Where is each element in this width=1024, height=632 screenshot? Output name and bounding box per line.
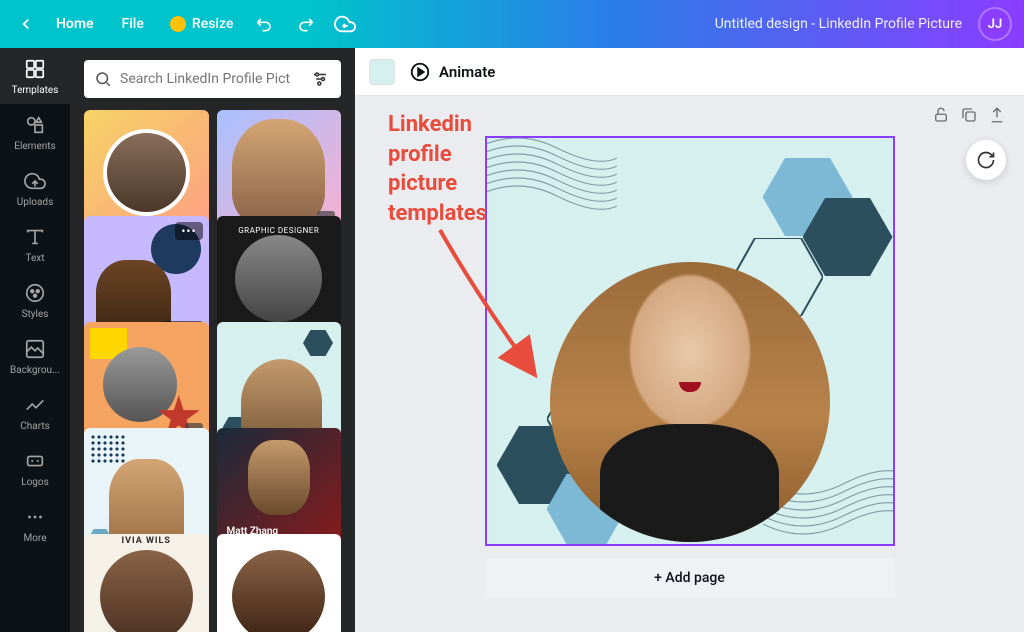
template-text: GRAPHIC DESIGNER [238, 226, 319, 235]
logos-icon [23, 449, 47, 473]
top-menu-bar: Home File Resize Untitled design - Linke… [0, 0, 1024, 48]
search-input[interactable] [120, 71, 301, 87]
design-canvas[interactable] [485, 136, 895, 546]
templates-panel: •••♕ PRO GRAPHIC DESIGNER Hire Me Matt Z… [70, 48, 355, 632]
redo-button[interactable] [287, 6, 323, 42]
nav-label: Styles [22, 309, 49, 320]
side-navigation: Templates Elements Uploads Text Styles B… [0, 48, 70, 632]
nav-label: Backgrou... [10, 365, 60, 376]
more-options-icon[interactable]: ••• [175, 222, 202, 240]
template-card[interactable]: IVIA WILS [84, 534, 209, 632]
animate-label: Animate [439, 63, 495, 81]
nav-background[interactable]: Backgrou... [0, 328, 70, 384]
undo-button[interactable] [247, 6, 283, 42]
nav-label: More [23, 533, 46, 544]
template-name: IVIA WILS [122, 536, 171, 546]
nav-uploads[interactable]: Uploads [0, 160, 70, 216]
canvas-toolbar: Animate [355, 48, 1024, 96]
home-menu[interactable]: Home [44, 10, 106, 38]
duplicate-icon[interactable] [960, 106, 978, 124]
more-icon [23, 505, 47, 529]
resize-button[interactable]: Resize [160, 10, 244, 38]
filter-button[interactable] [309, 68, 331, 90]
wave-decoration [485, 136, 617, 248]
back-button[interactable] [12, 10, 40, 38]
nav-label: Logos [21, 477, 49, 488]
cloud-sync-icon[interactable] [327, 6, 363, 42]
nav-label: Charts [20, 421, 50, 432]
user-avatar[interactable]: JJ [978, 7, 1012, 41]
nav-logos[interactable]: Logos [0, 440, 70, 496]
nav-label: Uploads [17, 197, 53, 208]
background-color-picker[interactable] [369, 59, 395, 85]
profile-photo-circle [550, 262, 830, 542]
document-title[interactable]: Untitled design - LinkedIn Profile Pictu… [715, 16, 962, 32]
animate-button[interactable]: Animate [409, 61, 495, 83]
text-icon [23, 225, 47, 249]
nav-text[interactable]: Text [0, 216, 70, 272]
nav-templates[interactable]: Templates [0, 48, 70, 104]
nav-charts[interactable]: Charts [0, 384, 70, 440]
nav-styles[interactable]: Styles [0, 272, 70, 328]
file-menu[interactable]: File [110, 10, 156, 38]
regenerate-button[interactable] [966, 140, 1006, 180]
search-box[interactable] [84, 60, 341, 98]
styles-icon [23, 281, 47, 305]
uploads-icon [23, 169, 47, 193]
page-tools [932, 106, 1006, 124]
nav-more[interactable]: More [0, 496, 70, 552]
lock-icon[interactable] [932, 106, 950, 124]
add-page-button[interactable]: + Add page [485, 558, 895, 598]
canvas-area: Animate [355, 48, 1024, 632]
background-icon [23, 337, 47, 361]
charts-icon [23, 393, 47, 417]
nav-elements[interactable]: Elements [0, 104, 70, 160]
animate-icon [409, 61, 431, 83]
search-icon [94, 70, 112, 88]
upload-icon[interactable] [988, 106, 1006, 124]
elements-icon [23, 113, 47, 137]
templates-icon [23, 57, 47, 81]
template-card[interactable] [217, 534, 342, 632]
resize-label: Resize [192, 16, 234, 32]
nav-label: Text [25, 253, 44, 264]
crown-icon [170, 16, 186, 32]
nav-label: Elements [14, 141, 55, 152]
nav-label: Templates [12, 85, 59, 96]
template-grid: •••♕ PRO GRAPHIC DESIGNER Hire Me Matt Z… [70, 110, 355, 632]
